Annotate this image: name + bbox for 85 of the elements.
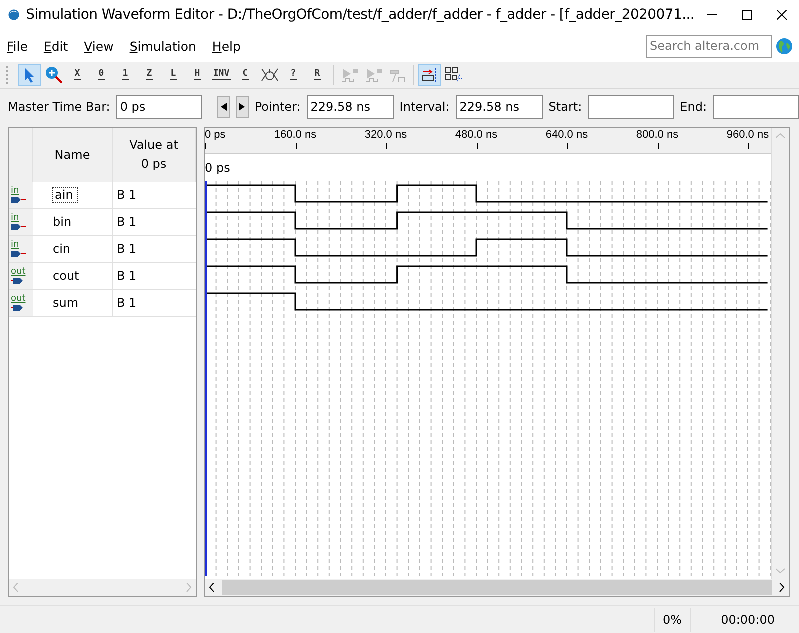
- waveform-tool-button[interactable]: INV: [210, 64, 233, 86]
- app-logo-icon: [8, 7, 20, 23]
- time-scale-label: 480.0 ns: [455, 129, 498, 141]
- zoom-icon: [44, 66, 62, 84]
- signal-name[interactable]: sum: [53, 296, 79, 310]
- waveform-tool-button[interactable]: Z: [138, 64, 161, 86]
- grid-icon: [444, 67, 462, 83]
- pin-direction-label: in: [11, 240, 20, 250]
- input-pin-icon: [11, 222, 27, 230]
- close-icon: [776, 10, 787, 20]
- signal-value: B 1: [117, 215, 137, 229]
- scroll-up-icon: [776, 133, 785, 139]
- next-button[interactable]: [236, 96, 249, 118]
- time-scale-label: 0 ps: [205, 129, 226, 141]
- input-pin-icon: [11, 250, 27, 258]
- elapsed-time: 00:00:00: [690, 608, 783, 632]
- time-scale-label: 160.0 ns: [274, 129, 317, 141]
- interval-field[interactable]: 229.58 ns: [456, 95, 543, 119]
- maximize-icon: [742, 10, 752, 20]
- globe-icon: [776, 38, 793, 54]
- end-field[interactable]: [713, 95, 799, 119]
- menu-item[interactable]: Edit: [36, 38, 76, 54]
- field-label: Master Time Bar:: [8, 100, 110, 114]
- start-field[interactable]: [588, 95, 674, 119]
- previous-button[interactable]: [217, 96, 230, 118]
- signal-value: B 1: [117, 242, 137, 256]
- menu-item[interactable]: Help: [205, 38, 248, 54]
- window-title: Simulation Waveform Editor - D:/TheOrgOfCom/test/f_adder/f_adder - f_adder - [f_adder_2020071...: [26, 7, 695, 23]
- output-pin-icon: [11, 304, 25, 312]
- pointer-field[interactable]: 229.58 ns: [306, 95, 394, 119]
- field-label: Interval:: [400, 100, 450, 114]
- field-label: Start:: [548, 100, 582, 114]
- time-scale-label: 800.0 ns: [636, 129, 679, 141]
- column-header: Value at 0 ps: [113, 128, 196, 182]
- input-pin-icon: [11, 196, 27, 204]
- field-label: End:: [680, 100, 707, 114]
- pin-direction-label: in: [11, 186, 20, 196]
- waveform-tool-button[interactable]: R: [306, 64, 329, 86]
- time-scale-label: 320.0 ns: [364, 129, 408, 141]
- menu-item[interactable]: View: [77, 38, 121, 54]
- pin-direction-label: out: [11, 268, 26, 276]
- horizontal-scrollbar[interactable]: [9, 579, 196, 596]
- time-scale-label: 640.0 ns: [546, 129, 588, 141]
- scroll-right-icon: [779, 583, 785, 592]
- master-time-field[interactable]: 0 ps: [116, 95, 202, 119]
- signal-name[interactable]: ain: [53, 188, 78, 202]
- waveform-tool-button[interactable]: H: [186, 64, 209, 86]
- scroll-down-icon: [776, 568, 785, 574]
- pin-direction-label: in: [11, 214, 20, 222]
- waveform-tool-button[interactable]: C: [234, 64, 257, 86]
- time-scale-label: 960.0 ns: [726, 129, 770, 141]
- waveform-tool-button[interactable]: X: [66, 64, 89, 86]
- waveform-tool-button[interactable]: 0: [90, 64, 113, 86]
- waveform-tool-button[interactable]: ?: [282, 64, 305, 86]
- pointer-tool-button[interactable]: [18, 64, 41, 86]
- signal-value: B 1: [117, 188, 137, 202]
- signal-name[interactable]: cin: [53, 242, 71, 256]
- snap-tool-button[interactable]: [418, 64, 441, 86]
- output-pin-icon: [11, 276, 25, 284]
- scroll-right-icon: [186, 583, 192, 592]
- clock-wave-icon: [260, 67, 278, 83]
- left-triangle-icon: [220, 103, 227, 111]
- scroll-left-icon: [209, 583, 215, 592]
- signal-name[interactable]: cout: [53, 269, 80, 283]
- signal-value: B 1: [117, 296, 137, 310]
- waveform-tool-button[interactable]: L: [162, 64, 185, 86]
- pointer-icon: [24, 67, 36, 83]
- right-triangle-icon: [239, 103, 246, 111]
- waveform-tool-button[interactable]: 1: [114, 64, 137, 86]
- play-wave-icon: [364, 67, 382, 83]
- progress-percent: 0%: [654, 608, 690, 632]
- horizontal-scrollbar[interactable]: [205, 579, 789, 596]
- column-header: Name: [33, 128, 113, 182]
- search-field[interactable]: Search altera.com: [646, 34, 772, 58]
- menu-item[interactable]: File: [0, 38, 35, 54]
- menu-item[interactable]: Simulation: [122, 38, 204, 54]
- vertical-scrollbar[interactable]: [771, 128, 789, 579]
- play-wave-icon: [340, 67, 358, 83]
- cursor-time-label: 0 ps: [205, 160, 230, 174]
- scroll-left-icon: [13, 583, 19, 592]
- field-label: Pointer:: [254, 100, 301, 114]
- snap-to-grid-icon: [420, 67, 438, 83]
- signal-name[interactable]: bin: [53, 215, 72, 229]
- pin-direction-label: out: [11, 294, 26, 304]
- signal-value: B 1: [117, 269, 137, 283]
